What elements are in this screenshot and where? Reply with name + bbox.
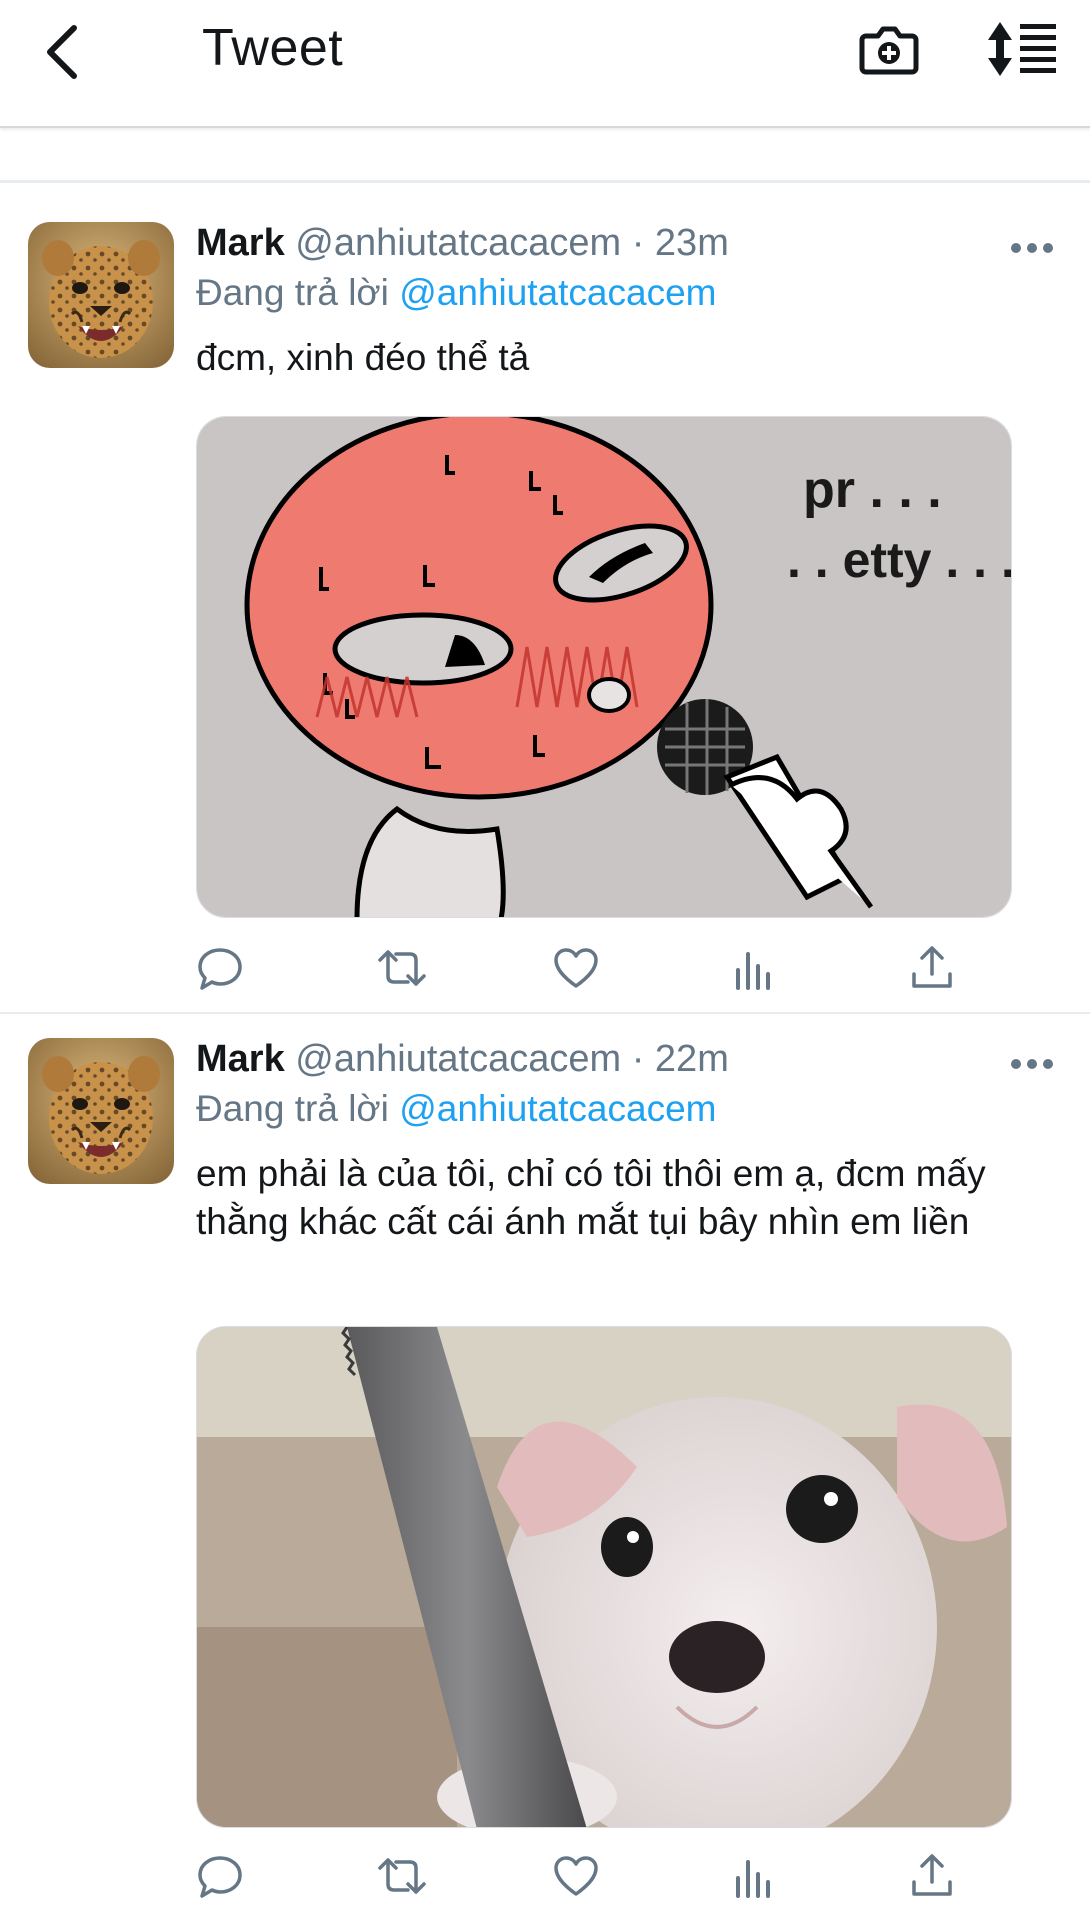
tweet-actions [196, 1852, 996, 1908]
replying-to: Đang trả lời @anhiutatcacacem [196, 1088, 716, 1130]
analytics-button[interactable] [730, 944, 778, 992]
replying-to-label: Đang trả lời [196, 1088, 389, 1129]
retweet-icon [378, 950, 426, 986]
more-horizontal-icon [1011, 243, 1053, 253]
retweet-icon [378, 1858, 426, 1894]
tweet-actions [196, 944, 996, 1000]
retweet-button[interactable] [374, 944, 430, 992]
replying-to-mention[interactable]: @anhiutatcacacem [399, 1088, 716, 1129]
puppy-image [197, 1327, 1011, 1827]
top-bar: Tweet [0, 0, 1090, 128]
replying-to: Đang trả lời @anhiutatcacacem [196, 272, 716, 314]
replying-to-label: Đang trả lời [196, 272, 389, 313]
avatar[interactable] [28, 222, 174, 368]
tweet-divider [0, 1012, 1090, 1014]
tweet-media[interactable] [196, 1326, 1012, 1828]
display-name[interactable]: Mark [196, 222, 285, 264]
tweet-text: em phải là của tôi, chỉ có tôi thôi em ạ… [196, 1153, 986, 1242]
back-button[interactable] [38, 22, 88, 82]
more-options-button[interactable] [1010, 1054, 1054, 1074]
separator-dot: · [631, 1038, 645, 1080]
cheetah-avatar-image [28, 222, 174, 368]
reply-icon [198, 948, 242, 990]
sort-list-icon [988, 22, 1056, 76]
tweet-text: đcm, xinh đéo thể tả [196, 337, 530, 378]
meme-caption-2: . . etty . . . [787, 532, 1012, 588]
replying-to-mention[interactable]: @anhiutatcacacem [399, 272, 716, 313]
separator-dot: · [631, 222, 645, 264]
timestamp[interactable]: 23m [655, 222, 729, 264]
page-title: Tweet [202, 19, 344, 77]
user-handle[interactable]: @anhiutatcacacem [295, 222, 621, 264]
share-button[interactable] [908, 944, 956, 992]
more-horizontal-icon [1011, 1059, 1053, 1069]
chevron-left-icon [47, 25, 77, 79]
analytics-icon [736, 1860, 770, 1898]
more-options-button[interactable] [1010, 238, 1054, 258]
camera-plus-icon [859, 26, 919, 75]
meme-caption-1: pr . . . [803, 461, 942, 519]
display-name[interactable]: Mark [196, 1038, 285, 1080]
tweet-header: Mark @anhiutatcacacem · 23m [196, 222, 729, 265]
meme-image: pr . . . . . etty . . . [197, 417, 1012, 917]
reply-icon [198, 1856, 242, 1898]
camera-button[interactable] [858, 18, 920, 80]
cheetah-avatar-image [28, 1038, 174, 1184]
retweet-button[interactable] [374, 1852, 430, 1900]
like-icon [554, 948, 598, 988]
reply-button[interactable] [196, 944, 244, 992]
user-handle[interactable]: @anhiutatcacacem [295, 1038, 621, 1080]
share-button[interactable] [908, 1852, 956, 1900]
thread-separator [0, 180, 1090, 183]
like-button[interactable] [552, 1852, 600, 1900]
tweet-media[interactable]: pr . . . . . etty . . . [196, 416, 1012, 918]
share-icon [912, 946, 952, 988]
tweet-header: Mark @anhiutatcacacem · 22m [196, 1038, 729, 1081]
timestamp[interactable]: 22m [655, 1038, 729, 1080]
timeline-sort-button[interactable] [986, 20, 1058, 78]
reply-button[interactable] [196, 1852, 244, 1900]
avatar[interactable] [28, 1038, 174, 1184]
like-button[interactable] [552, 944, 600, 992]
analytics-button[interactable] [730, 1852, 778, 1900]
analytics-icon [736, 952, 770, 990]
like-icon [554, 1856, 598, 1896]
share-icon [912, 1854, 952, 1896]
